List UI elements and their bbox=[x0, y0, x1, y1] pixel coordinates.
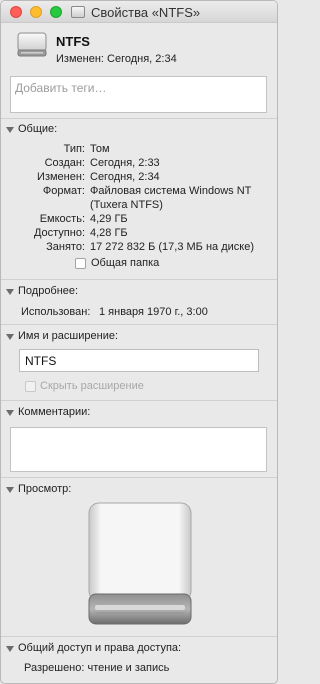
disclosure-triangle-icon[interactable] bbox=[6, 289, 14, 295]
used-label: Занято: bbox=[46, 241, 85, 253]
minimize-button[interactable] bbox=[30, 6, 42, 18]
disclosure-triangle-icon[interactable] bbox=[6, 334, 14, 340]
capacity-label: Емкость: bbox=[39, 213, 85, 225]
external-drive-icon bbox=[17, 32, 47, 57]
last-used-label: Использован: bbox=[21, 306, 91, 318]
modified-label: Изменен: bbox=[37, 171, 85, 183]
type-value: Том bbox=[90, 143, 110, 155]
window-title: Свойства «NTFS» bbox=[91, 5, 201, 20]
close-button[interactable] bbox=[10, 6, 22, 18]
section-preview-title[interactable]: Просмотр: bbox=[18, 483, 71, 495]
available-value: 4,28 ГБ bbox=[90, 227, 128, 239]
divider bbox=[1, 279, 277, 280]
divider bbox=[1, 477, 277, 478]
comments-field[interactable] bbox=[10, 427, 267, 472]
permissions-status: Разрешено: чтение и запись bbox=[24, 662, 170, 674]
divider bbox=[1, 400, 277, 401]
shared-folder-checkbox[interactable] bbox=[75, 258, 86, 269]
volume-name: NTFS bbox=[56, 34, 90, 49]
external-drive-icon bbox=[71, 6, 85, 18]
tags-field[interactable]: Добавить теги… bbox=[10, 76, 267, 113]
divider bbox=[1, 118, 277, 119]
disclosure-triangle-icon[interactable] bbox=[6, 487, 14, 493]
format-value-continued: (Tuxera NTFS) bbox=[90, 199, 163, 211]
shared-folder-label[interactable]: Общая папка bbox=[91, 257, 159, 269]
created-value: Сегодня, 2:33 bbox=[90, 157, 160, 169]
section-sharing-title[interactable]: Общий доступ и права доступа: bbox=[18, 642, 181, 654]
section-general-title[interactable]: Общие: bbox=[18, 123, 57, 135]
disclosure-triangle-icon[interactable] bbox=[6, 127, 14, 133]
capacity-value: 4,29 ГБ bbox=[90, 213, 128, 225]
disclosure-triangle-icon[interactable] bbox=[6, 410, 14, 416]
info-window: Свойства «NTFS» NTFS Изменен: Сегодня, 2… bbox=[0, 0, 278, 684]
modified-date: Изменен: Сегодня, 2:34 bbox=[56, 53, 177, 65]
available-label: Доступно: bbox=[33, 227, 85, 239]
used-value: 17 272 832 Б (17,3 МБ на диске) bbox=[90, 241, 254, 253]
section-more-info-title[interactable]: Подробнее: bbox=[18, 285, 78, 297]
last-used-value: 1 января 1970 г., 3:00 bbox=[99, 306, 208, 318]
divider bbox=[1, 636, 277, 637]
hide-extension-checkbox[interactable] bbox=[25, 381, 36, 392]
format-value: Файловая система Windows NT bbox=[90, 185, 252, 197]
external-drive-preview-icon bbox=[88, 502, 192, 625]
format-label: Формат: bbox=[42, 185, 85, 197]
type-label: Тип: bbox=[63, 143, 85, 155]
zoom-button[interactable] bbox=[50, 6, 62, 18]
hide-extension-label[interactable]: Скрыть расширение bbox=[40, 380, 144, 392]
section-comments-title[interactable]: Комментарии: bbox=[18, 406, 90, 418]
created-label: Создан: bbox=[44, 157, 85, 169]
modified-value: Сегодня, 2:34 bbox=[90, 171, 160, 183]
title-bar[interactable]: Свойства «NTFS» bbox=[1, 1, 277, 23]
disclosure-triangle-icon[interactable] bbox=[6, 646, 14, 652]
divider bbox=[1, 324, 277, 325]
section-name-ext-title[interactable]: Имя и расширение: bbox=[18, 330, 118, 342]
name-field[interactable]: NTFS bbox=[19, 349, 259, 372]
